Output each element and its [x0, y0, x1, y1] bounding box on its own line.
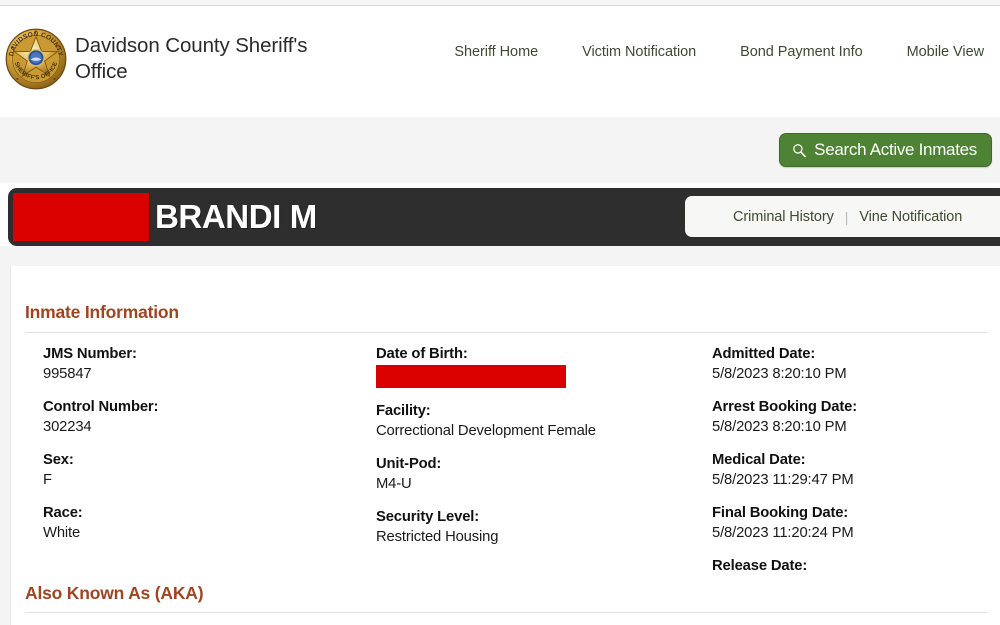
action-band: Search Active Inmates: [0, 117, 1000, 183]
info-column-2: Date of Birth: Facility: Correctional De…: [376, 344, 706, 547]
field-value: Correctional Development Female: [376, 423, 596, 439]
nav-item-mobile-view[interactable]: Mobile View: [885, 44, 992, 60]
site-header: DAVIDSON COUNTY SHERIFF'S OFFICE Davidso…: [0, 7, 1000, 117]
top-strip: [0, 0, 1000, 6]
inmate-detail-page: DAVIDSON COUNTY SHERIFF'S OFFICE Davidso…: [0, 0, 1000, 625]
field-label: Date of Birth:: [376, 346, 468, 362]
redacted-date-of-birth: [376, 365, 566, 388]
field-label: Security Level:: [376, 509, 480, 525]
field-label: Arrest Booking Date:: [712, 399, 857, 415]
vine-notification-link[interactable]: Vine Notification: [859, 209, 962, 225]
field-value: 5/8/2023 8:20:10 PM: [712, 419, 847, 435]
main-navigation: Sheriff Home Victim Notification Bond Pa…: [432, 44, 992, 60]
sheriff-badge-icon: DAVIDSON COUNTY SHERIFF'S OFFICE: [5, 28, 67, 90]
site-brand[interactable]: DAVIDSON COUNTY SHERIFF'S OFFICE Davidso…: [5, 28, 325, 90]
content-side-strip: [0, 266, 10, 625]
info-column-1: JMS Number: 995847 Control Number: 30223…: [43, 344, 373, 543]
field-value: M4-U: [376, 476, 412, 492]
search-button-label: Search Active Inmates: [814, 140, 977, 159]
criminal-history-link[interactable]: Criminal History: [733, 209, 834, 225]
field-unit-pod: Unit-Pod: M4-U: [376, 454, 706, 494]
inmate-name: BRANDI M: [155, 198, 317, 235]
info-column-3: Admitted Date: 5/8/2023 8:20:10 PM Arres…: [712, 344, 997, 578]
field-release-date: Release Date:: [712, 556, 997, 578]
field-label: Release Date:: [712, 558, 808, 574]
field-value: 5/8/2023 8:20:10 PM: [712, 366, 847, 382]
nav-item-bond-payment-info[interactable]: Bond Payment Info: [718, 44, 884, 60]
field-label: Medical Date:: [712, 452, 806, 468]
field-control-number: Control Number: 302234: [43, 397, 373, 437]
search-active-inmates-button[interactable]: Search Active Inmates: [779, 133, 992, 167]
inmate-name-banner: BRANDI M Criminal History | Vine Notific…: [8, 188, 1000, 246]
also-known-as-heading: Also Known As (AKA): [25, 583, 204, 603]
field-sex: Sex: F: [43, 450, 373, 490]
inmate-information-divider: [25, 332, 987, 333]
field-value: 995847: [43, 366, 92, 382]
field-medical-date: Medical Date: 5/8/2023 11:29:47 PM: [712, 450, 997, 490]
nav-item-victim-notification[interactable]: Victim Notification: [560, 44, 718, 60]
nav-item-sheriff-home[interactable]: Sheriff Home: [432, 44, 560, 60]
field-value: 5/8/2023 11:20:24 PM: [712, 525, 854, 541]
field-label: Control Number:: [43, 399, 159, 415]
field-value: 302234: [43, 419, 92, 435]
field-race: Race: White: [43, 503, 373, 543]
banner-link-separator: |: [844, 208, 849, 225]
banner-sub-band: [0, 246, 1000, 266]
redacted-first-name: [13, 193, 149, 241]
field-facility: Facility: Correctional Development Femal…: [376, 401, 706, 441]
field-arrest-booking-date: Arrest Booking Date: 5/8/2023 8:20:10 PM: [712, 397, 997, 437]
field-admitted-date: Admitted Date: 5/8/2023 8:20:10 PM: [712, 344, 997, 384]
field-value: [712, 576, 997, 578]
field-label: Sex:: [43, 452, 74, 468]
inmate-banner-links: Criminal History | Vine Notification: [685, 196, 1000, 237]
field-security-level: Security Level: Restricted Housing: [376, 507, 706, 547]
field-jms-number: JMS Number: 995847: [43, 344, 373, 384]
content-card: Inmate Information JMS Number: 995847 Co…: [10, 266, 1000, 625]
also-known-as-divider: [25, 612, 987, 613]
field-value: 5/8/2023 11:29:47 PM: [712, 472, 854, 488]
field-value: Restricted Housing: [376, 529, 499, 545]
field-value: White: [43, 525, 81, 541]
search-icon: [793, 143, 807, 157]
site-title: Davidson County Sheriff's Office: [75, 34, 308, 83]
field-label: Race:: [43, 505, 83, 521]
inmate-information-heading: Inmate Information: [25, 302, 179, 322]
field-label: Admitted Date:: [712, 346, 816, 362]
field-label: Final Booking Date:: [712, 505, 849, 521]
field-label: Facility:: [376, 403, 431, 419]
field-label: Unit-Pod:: [376, 456, 442, 472]
field-value: F: [43, 472, 52, 488]
field-label: JMS Number:: [43, 346, 137, 362]
field-final-booking-date: Final Booking Date: 5/8/2023 11:20:24 PM: [712, 503, 997, 543]
field-date-of-birth: Date of Birth:: [376, 344, 706, 388]
